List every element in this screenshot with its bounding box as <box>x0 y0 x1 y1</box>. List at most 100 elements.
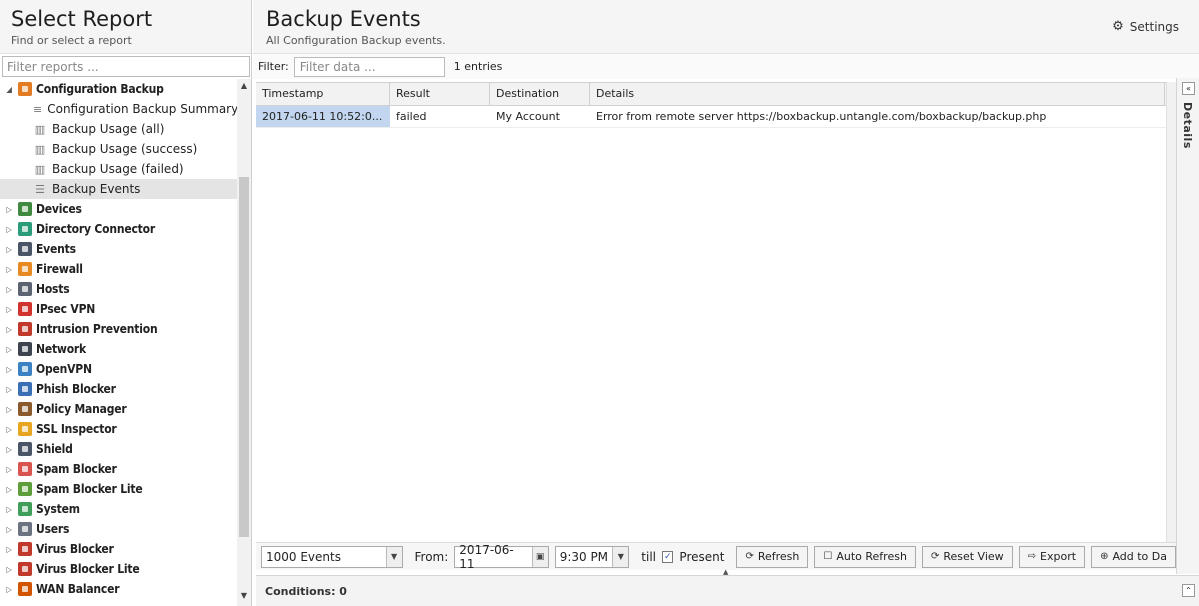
tree-category[interactable]: ▷ Firewall <box>0 259 237 279</box>
tree-category[interactable]: ▷ OpenVPN <box>0 359 237 379</box>
expand-arrow-icon[interactable]: ▷ <box>4 565 14 574</box>
app-icon <box>18 502 32 516</box>
tree-category[interactable]: ▷ Users <box>0 519 237 539</box>
tree-item-label: WAN Balancer <box>36 582 120 596</box>
cell-details[interactable]: Error from remote server https://boxback… <box>590 106 1165 127</box>
from-time-field[interactable]: 9:30 PM ▼ <box>554 545 630 568</box>
export-button[interactable]: ⇨ Export <box>1018 545 1086 568</box>
tree-item-label: OpenVPN <box>36 362 92 376</box>
scrollbar-thumb[interactable] <box>239 177 249 537</box>
add-to-dashboard-button[interactable]: ⊕ Add to Da <box>1091 545 1176 568</box>
expand-arrow-icon[interactable]: ▷ <box>4 545 14 554</box>
expand-arrow-icon[interactable]: ▷ <box>4 405 14 414</box>
tree-report-item[interactable]: ▥ Backup Usage (all) <box>0 119 237 139</box>
tree-category[interactable]: ▷ Virus Blocker <box>0 539 237 559</box>
expand-arrow-icon[interactable]: ▷ <box>4 365 14 374</box>
report-tree-scrollbar[interactable]: ▲ ▼ <box>237 79 251 606</box>
tree-item-label: Devices <box>36 202 82 216</box>
expand-details-icon[interactable]: « <box>1182 82 1195 95</box>
tree-item-label: Shield <box>36 442 73 456</box>
tree-category[interactable]: ▷ Directory Connector <box>0 219 237 239</box>
cell-destination[interactable]: My Account <box>490 106 590 127</box>
tree-category[interactable]: ◢ Configuration Backup <box>0 79 237 99</box>
expand-arrow-icon[interactable]: ▷ <box>4 425 14 434</box>
app-icon <box>18 282 32 296</box>
events-grid: Timestamp Result Destination Details 201… <box>256 82 1166 542</box>
expand-arrow-icon[interactable]: ▷ <box>4 485 14 494</box>
chevron-down-icon[interactable]: ▼ <box>385 546 402 567</box>
add-to-dashboard-label: Add to Da <box>1112 550 1167 563</box>
grid-filter-toolbar: Filter: 1 entries <box>253 54 1199 79</box>
expand-arrow-icon[interactable]: ▷ <box>4 525 14 534</box>
expand-arrow-icon[interactable]: ▷ <box>4 265 14 274</box>
auto-refresh-button[interactable]: ☐ Auto Refresh <box>814 545 916 568</box>
conditions-bar: Conditions: 0 ⌃ <box>256 575 1199 606</box>
cell-timestamp[interactable]: 2017-06-11 10:52:0... <box>256 106 390 127</box>
tree-report-item[interactable]: ☰ Backup Events <box>0 179 237 199</box>
tree-category[interactable]: ▷ Phish Blocker <box>0 379 237 399</box>
tree-category[interactable]: ▷ IPsec VPN <box>0 299 237 319</box>
expand-arrow-icon[interactable]: ▷ <box>4 465 14 474</box>
report-header: Backup Events All Configuration Backup e… <box>253 0 1199 54</box>
scroll-up-icon[interactable]: ▲ <box>237 81 251 90</box>
report-subtitle: All Configuration Backup events. <box>266 34 446 47</box>
expand-arrow-icon[interactable]: ▷ <box>4 325 14 334</box>
tree-category[interactable]: ▷ Network <box>0 339 237 359</box>
expand-arrow-icon[interactable]: ▷ <box>4 245 14 254</box>
expand-conditions-icon[interactable]: ⌃ <box>1182 584 1195 597</box>
tree-category[interactable]: ▷ Intrusion Prevention <box>0 319 237 339</box>
report-filter-input[interactable] <box>2 56 250 77</box>
expand-arrow-icon[interactable]: ▷ <box>4 225 14 234</box>
app-icon <box>18 262 32 276</box>
chevron-down-icon[interactable]: ▼ <box>612 546 629 567</box>
expand-arrow-icon[interactable]: ▷ <box>4 385 14 394</box>
expand-arrow-icon[interactable]: ▷ <box>4 305 14 314</box>
tree-category[interactable]: ▷ Events <box>0 239 237 259</box>
collapse-arrow-icon[interactable]: ◢ <box>4 85 14 94</box>
reset-view-button[interactable]: ⟳ Reset View <box>921 545 1013 568</box>
events-limit-select[interactable]: 1000 Events ▼ <box>261 545 403 568</box>
details-panel-collapsed[interactable]: « Details <box>1176 78 1199 574</box>
cell-result[interactable]: failed <box>390 106 490 127</box>
tree-category[interactable]: ▷ Devices <box>0 199 237 219</box>
scroll-down-icon[interactable]: ▼ <box>237 591 251 600</box>
table-row[interactable]: 2017-06-11 10:52:0... failed My Account … <box>256 106 1166 128</box>
tree-report-item[interactable]: ▥ Backup Usage (success) <box>0 139 237 159</box>
tree-category[interactable]: ▷ SSL Inspector <box>0 419 237 439</box>
calendar-icon[interactable]: ▣ <box>531 546 548 567</box>
tree-item-label: Backup Usage (failed) <box>52 162 184 176</box>
tree-item-label: Network <box>36 342 87 356</box>
tree-report-item[interactable]: ≡ Configuration Backup Summary <box>0 99 237 119</box>
tree-category[interactable]: ▷ WAN Balancer <box>0 579 237 599</box>
column-header-details[interactable]: Details <box>590 83 1165 105</box>
refresh-button[interactable]: ⟳ Refresh <box>736 545 809 568</box>
tree-category[interactable]: ▷ Virus Blocker Lite <box>0 559 237 579</box>
data-filter-input[interactable] <box>293 56 445 77</box>
settings-button[interactable]: ⚙ Settings <box>1112 19 1179 34</box>
report-tree: ◢ Configuration Backup ≡ Configuration Back… <box>0 79 237 606</box>
tree-report-item[interactable]: ▥ Backup Usage (failed) <box>0 159 237 179</box>
expand-arrow-icon[interactable]: ▷ <box>4 345 14 354</box>
expand-arrow-icon[interactable]: ▷ <box>4 285 14 294</box>
expand-arrow-icon[interactable]: ▷ <box>4 505 14 514</box>
tree-category[interactable]: ▷ System <box>0 499 237 519</box>
column-header-destination[interactable]: Destination <box>490 83 590 105</box>
tree-item-label: Virus Blocker Lite <box>36 562 140 576</box>
tree-category[interactable]: ▷ Spam Blocker <box>0 459 237 479</box>
expand-arrow-icon[interactable]: ▷ <box>4 445 14 454</box>
tree-item-label: Backup Usage (success) <box>52 142 198 156</box>
grid-scrollbar[interactable] <box>1166 82 1176 542</box>
tree-category[interactable]: ▷ Spam Blocker Lite <box>0 479 237 499</box>
column-header-timestamp[interactable]: Timestamp <box>256 83 390 105</box>
tree-category[interactable]: ▷ Shield <box>0 439 237 459</box>
refresh-label: Refresh <box>757 550 800 563</box>
column-header-result[interactable]: Result <box>390 83 490 105</box>
tree-category[interactable]: ▷ Policy Manager <box>0 399 237 419</box>
export-label: Export <box>1040 550 1077 563</box>
from-date-field[interactable]: 2017-06-11 ▣ <box>454 543 549 571</box>
expand-arrow-icon[interactable]: ▷ <box>4 205 14 214</box>
tree-category[interactable]: ▷ Hosts <box>0 279 237 299</box>
report-panel: Backup Events All Configuration Backup e… <box>253 0 1199 606</box>
expand-arrow-icon[interactable]: ▷ <box>4 585 14 594</box>
present-checkbox[interactable]: ✓ <box>662 550 674 563</box>
